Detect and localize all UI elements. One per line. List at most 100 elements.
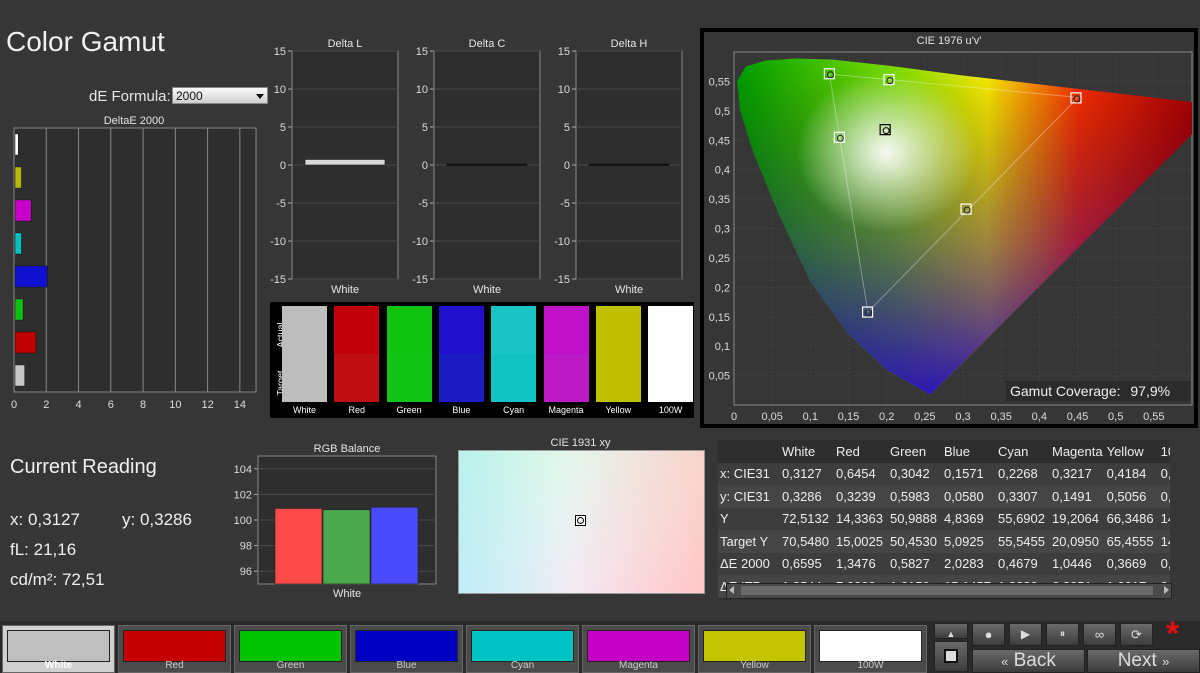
- table-row-label: Target Y: [720, 533, 769, 549]
- cie1976-chart: 0,55 0,5 0,45 0,4 0,35 0,3 0,25 0,2 0,15 0,1 0,05 0…: [709, 51, 1193, 423]
- table-cell: 50,4530: [890, 533, 937, 549]
- rgb-ytick: 100: [234, 515, 252, 527]
- table-cell: 141,22: [1160, 511, 1170, 527]
- refresh-icon[interactable]: ⟳: [1120, 623, 1153, 646]
- deltae-xtick: 14: [234, 399, 246, 411]
- de-formula-select[interactable]: 2000: [172, 87, 268, 104]
- deltae-plot-area: [13, 127, 257, 393]
- patch-magenta: Magenta: [543, 306, 589, 415]
- swatch-color: [355, 630, 458, 662]
- deltae-xtick: 12: [201, 399, 213, 411]
- patch-label: 100W: [658, 405, 683, 415]
- swatch-color: [819, 630, 922, 662]
- actual-target-panel: Actual Target White Red Green Blue Cyan …: [270, 302, 694, 418]
- gamut-coverage-label: Gamut Coverage:: [1010, 383, 1121, 399]
- rgb-ytick: 96: [240, 566, 252, 578]
- record-icon[interactable]: ●: [972, 623, 1005, 646]
- table-row: y: CIE31 0,3286 0,3239 0,5983 0,0580 0,3307 0,…: [718, 485, 1170, 508]
- table-header-cell: Red: [836, 443, 860, 459]
- delta-ytick: -5: [276, 198, 286, 210]
- chevron-down-icon: [256, 94, 264, 99]
- delta-ytick: 5: [280, 122, 286, 134]
- rgb-bar-blue: [370, 506, 419, 585]
- scrollbar-thumb[interactable]: [741, 586, 1153, 595]
- cie1976-ytick: 0,55: [709, 76, 730, 88]
- swatch-white[interactable]: White: [2, 625, 115, 673]
- swatch-blue[interactable]: Blue: [350, 625, 463, 673]
- next-button[interactable]: Next »: [1087, 649, 1200, 673]
- cie1976-ytick: 0,2: [715, 282, 730, 294]
- table-cell: 0,3288: [1160, 488, 1170, 504]
- rgb-bar-green: [322, 509, 371, 585]
- patch-actual: [648, 306, 694, 354]
- cie1976-frame: CIE 1976 u'v' 0,55 0,5 0,45 0,4 0,35 0,3 0,25 0…: [700, 28, 1198, 428]
- table-cell: 15,0025: [836, 533, 883, 549]
- loop-icon[interactable]: ∞: [1083, 623, 1116, 646]
- table-row-label: Y: [720, 511, 729, 527]
- swatch-color: [471, 630, 574, 662]
- delta-bar-white: [446, 163, 528, 166]
- swatch-yellow[interactable]: Yellow: [698, 625, 811, 673]
- patch-white: White: [282, 306, 327, 415]
- delta-ytick: 15: [274, 46, 286, 58]
- delta-ytick: -5: [418, 198, 428, 210]
- table-header-cell: Green: [890, 443, 927, 459]
- patch-actual: [491, 306, 537, 354]
- patch-target: [386, 354, 432, 402]
- deltae-bar-green: [14, 298, 24, 321]
- patch-actual: [595, 306, 641, 354]
- patch-label: Magenta: [548, 405, 584, 415]
- table-row-label: y: CIE31: [720, 488, 770, 504]
- swatch-100w[interactable]: 100W: [814, 625, 927, 673]
- scroll-right-icon[interactable]: [1164, 586, 1169, 594]
- swatch-red[interactable]: Red: [118, 625, 231, 673]
- patch-actual: [334, 306, 380, 354]
- table-scrollbar[interactable]: [726, 583, 1172, 599]
- de-formula-label: dE Formula:: [89, 88, 171, 105]
- swatch-color: [7, 630, 110, 662]
- table-cell: 0,3128: [1160, 466, 1170, 482]
- table-header-cell: 100W: [1160, 443, 1170, 459]
- table-cell: 4,8369: [944, 511, 984, 527]
- de-formula-value: 2000: [176, 89, 203, 103]
- delta-ytick: 5: [422, 122, 428, 134]
- cie1976-ytick: 0,3: [715, 224, 730, 236]
- play-icon[interactable]: ▶: [1009, 623, 1042, 646]
- reading-fl: fL: 21,16: [10, 540, 77, 559]
- rgb-ytick: 104: [234, 464, 252, 476]
- back-button[interactable]: « Back: [972, 649, 1085, 673]
- deltae-chart: 0 2 4 6 8 10 12 14: [11, 127, 257, 411]
- swatch-magenta[interactable]: Magenta: [582, 625, 695, 673]
- swatch-cyan[interactable]: Cyan: [466, 625, 579, 673]
- delta-ytick: -15: [554, 274, 570, 286]
- swatch-label: Magenta: [619, 660, 658, 671]
- table-cell: 0,4184: [1106, 466, 1147, 482]
- deltae-xtick: 2: [43, 399, 49, 411]
- pause-icon[interactable]: ⏸: [1046, 623, 1079, 646]
- table-cell: 19,2064: [1052, 511, 1099, 527]
- deltae-xtick: 6: [108, 399, 114, 411]
- deltae-bar-magenta: [14, 199, 32, 222]
- table-cell: 0,3217: [1052, 466, 1092, 482]
- cie1976-ytick: 0,45: [709, 135, 730, 147]
- swatch-color: [123, 630, 226, 662]
- page-title: Color Gamut: [6, 26, 165, 57]
- gamut-coverage-value: 97,9%: [1130, 383, 1171, 399]
- cie1976-ytick: 0,15: [709, 312, 730, 324]
- swatch-label: Green: [276, 660, 305, 671]
- delta-ytick: -10: [270, 236, 286, 248]
- delta-bar-white: [588, 163, 670, 166]
- next-label: Next: [1117, 650, 1157, 671]
- table-row-label: x: CIE31: [720, 466, 770, 482]
- patch-target: [595, 354, 641, 402]
- table-cell: 20,0950: [1052, 533, 1099, 549]
- table-cell: 1,3476: [836, 556, 876, 572]
- collapse-button[interactable]: ▲: [934, 623, 968, 639]
- delta-ytick: -15: [412, 274, 428, 286]
- deltae-xtick: 10: [169, 399, 181, 411]
- swatch-green[interactable]: Green: [234, 625, 347, 673]
- rgb-xlabel: White: [333, 588, 361, 600]
- readings-table-panel: White Red Green Blue Cyan MagentaYellow 100W x:…: [718, 440, 1170, 600]
- scroll-left-icon[interactable]: [729, 586, 734, 594]
- stop-button[interactable]: [934, 641, 968, 672]
